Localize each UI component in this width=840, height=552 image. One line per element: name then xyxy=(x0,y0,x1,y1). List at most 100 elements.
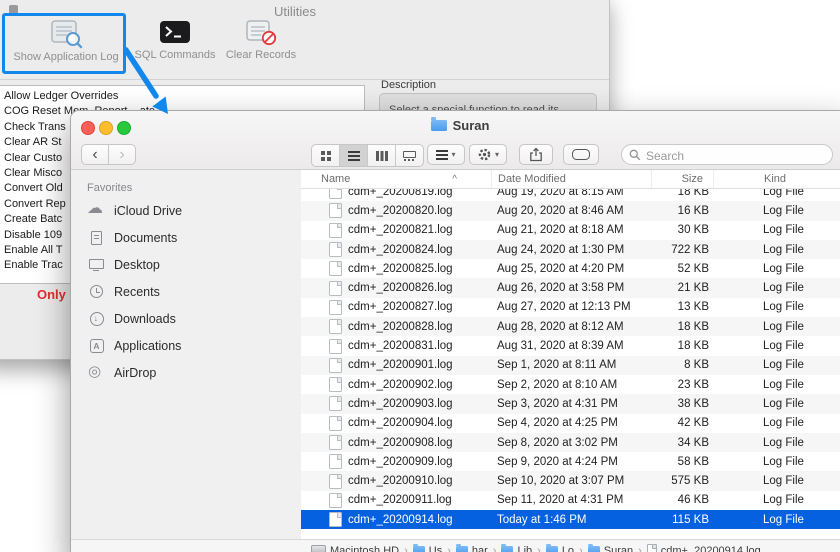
file-size: 18 KB xyxy=(651,321,713,333)
clear-records-button[interactable]: Clear Records xyxy=(221,19,301,61)
table-row[interactable]: cdm+_20200824.log Aug 24, 2020 at 1:30 P… xyxy=(301,240,840,259)
table-row[interactable]: cdm+_20200903.log Sep 3, 2020 at 4:31 PM… xyxy=(301,394,840,413)
sidebar-item[interactable]: Desktop xyxy=(71,251,301,278)
file-name: cdm+_20200903.log xyxy=(348,398,453,410)
table-row[interactable]: cdm+_20200908.log Sep 8, 2020 at 3:02 PM… xyxy=(301,433,840,452)
file-size: 8 KB xyxy=(651,359,713,371)
column-header-name[interactable]: Name xyxy=(301,170,491,188)
table-row[interactable]: cdm+_20200831.log Aug 31, 2020 at 8:39 A… xyxy=(301,336,840,355)
table-row[interactable]: cdm+_20200828.log Aug 28, 2020 at 8:12 A… xyxy=(301,317,840,336)
search-field xyxy=(621,144,833,165)
file-size: 13 KB xyxy=(651,301,713,313)
column-view-button[interactable] xyxy=(368,145,396,166)
column-header-kind[interactable]: Kind xyxy=(713,170,840,188)
gallery-view-button[interactable] xyxy=(396,145,423,166)
sidebar-item-label: Desktop xyxy=(114,258,160,272)
file-date: Aug 28, 2020 at 8:12 AM xyxy=(491,321,651,333)
sql-commands-button[interactable]: SQL Commands xyxy=(131,19,219,61)
size-header-label: Size xyxy=(682,173,703,185)
sidebar-item[interactable]: Downloads xyxy=(71,305,301,332)
file-list: cdm+_20200819.log Aug 19, 2020 at 8:15 A… xyxy=(301,189,840,539)
table-row[interactable]: cdm+_20200909.log Sep 9, 2020 at 4:24 PM… xyxy=(301,452,840,471)
table-row[interactable]: cdm+_20200827.log Aug 27, 2020 at 12:13 … xyxy=(301,298,840,317)
file-name-cell: cdm+_20200831.log xyxy=(301,339,491,354)
column-header-size[interactable]: Size xyxy=(651,170,713,188)
clear-records-label: Clear Records xyxy=(226,49,296,61)
minimize-button[interactable] xyxy=(99,121,113,135)
path-item-icon xyxy=(501,546,513,552)
file-date: Aug 24, 2020 at 1:30 PM xyxy=(491,244,651,256)
sidebar-item[interactable]: iCloud Drive xyxy=(71,197,301,224)
sidebar-item-label: AirDrop xyxy=(114,366,156,380)
close-button[interactable] xyxy=(81,121,95,135)
share-button[interactable] xyxy=(519,144,553,165)
document-icon xyxy=(329,281,342,296)
file-date: Sep 10, 2020 at 3:07 PM xyxy=(491,475,651,487)
table-row[interactable]: cdm+_20200911.log Sep 11, 2020 at 4:31 P… xyxy=(301,491,840,510)
sidebar-item[interactable]: Applications xyxy=(71,332,301,359)
path-bar-item[interactable]: Lib xyxy=(501,545,545,552)
table-row[interactable]: cdm+_20200901.log Sep 1, 2020 at 8:11 AM… xyxy=(301,356,840,375)
table-row[interactable]: cdm+_20200821.log Aug 21, 2020 at 8:18 A… xyxy=(301,221,840,240)
table-row[interactable]: cdm+_20200914.log Today at 1:46 PM 115 K… xyxy=(301,510,840,529)
sidebar-item[interactable]: AirDrop xyxy=(71,359,301,386)
table-row[interactable]: cdm+_20200820.log Aug 20, 2020 at 8:46 A… xyxy=(301,201,840,220)
path-bar-item[interactable]: Macintosh HD xyxy=(311,545,413,552)
sidebar-item-icon xyxy=(87,365,105,381)
table-row[interactable]: cdm+_20200902.log Sep 2, 2020 at 8:10 AM… xyxy=(301,375,840,394)
clear-records-icon xyxy=(245,19,277,47)
table-row[interactable]: cdm+_20200910.log Sep 10, 2020 at 3:07 P… xyxy=(301,471,840,490)
path-item-icon xyxy=(546,546,558,552)
file-kind: Log File xyxy=(713,301,840,313)
document-icon xyxy=(329,416,342,431)
path-bar-item[interactable]: cdm+_20200914.log xyxy=(647,544,761,552)
file-date: Sep 11, 2020 at 4:31 PM xyxy=(491,494,651,506)
utilities-window-title: Utilities xyxy=(0,4,609,19)
sidebar-item-label: Applications xyxy=(114,339,181,353)
show-application-log-button[interactable]: Show Application Log xyxy=(7,19,125,63)
icon-view-button[interactable] xyxy=(312,145,340,166)
application-log-icon xyxy=(49,19,83,49)
search-input[interactable] xyxy=(644,146,828,165)
file-date: Sep 2, 2020 at 8:10 AM xyxy=(491,379,651,391)
file-name: cdm+_20200910.log xyxy=(348,475,453,487)
group-button[interactable] xyxy=(427,144,465,165)
sidebar-item[interactable]: Recents xyxy=(71,278,301,305)
sidebar-item[interactable]: Documents xyxy=(71,224,301,251)
path-bar-item[interactable]: Suran xyxy=(588,545,647,552)
function-list-item[interactable]: Allow Ledger Overrides xyxy=(0,89,364,104)
file-size: 722 KB xyxy=(651,244,713,256)
file-name-cell: cdm+_20200901.log xyxy=(301,358,491,373)
column-header-date-modified[interactable]: Date Modified xyxy=(491,170,651,188)
file-size: 16 KB xyxy=(651,205,713,217)
date-header-label: Date Modified xyxy=(498,173,566,185)
table-row[interactable]: cdm+_20200825.log Aug 25, 2020 at 4:20 P… xyxy=(301,259,840,278)
tags-button[interactable] xyxy=(563,144,599,165)
sidebar-item-label: Recents xyxy=(114,285,160,299)
file-kind: Log File xyxy=(713,456,840,468)
forward-button[interactable] xyxy=(108,144,136,165)
screen: Utilities Show Application Log SQL Comma… xyxy=(0,0,840,552)
sidebar-item-icon xyxy=(87,338,105,354)
file-size: 23 KB xyxy=(651,379,713,391)
document-icon xyxy=(329,396,342,411)
back-button[interactable] xyxy=(81,144,109,165)
sidebar-item-icon xyxy=(87,284,105,300)
list-view-button[interactable] xyxy=(340,145,368,166)
file-name-cell: cdm+_20200824.log xyxy=(301,242,491,257)
gallery-view-icon xyxy=(403,151,416,161)
table-row[interactable]: cdm+_20200819.log Aug 19, 2020 at 8:15 A… xyxy=(301,189,840,201)
zoom-button[interactable] xyxy=(117,121,131,135)
path-item-label: Suran xyxy=(604,545,633,552)
path-bar-item[interactable]: Us xyxy=(413,545,456,552)
table-row[interactable]: cdm+_20200904.log Sep 4, 2020 at 4:25 PM… xyxy=(301,414,840,433)
file-size: 575 KB xyxy=(651,475,713,487)
action-menu-button[interactable] xyxy=(469,144,507,165)
path-bar-item[interactable]: har xyxy=(456,545,502,552)
kind-header-label: Kind xyxy=(764,173,786,185)
table-row[interactable]: cdm+_20200826.log Aug 26, 2020 at 3:58 P… xyxy=(301,278,840,297)
file-name-cell: cdm+_20200908.log xyxy=(301,435,491,450)
path-separator-icon xyxy=(537,545,541,552)
file-name: cdm+_20200902.log xyxy=(348,379,453,391)
path-bar-item[interactable]: Lo xyxy=(546,545,588,552)
